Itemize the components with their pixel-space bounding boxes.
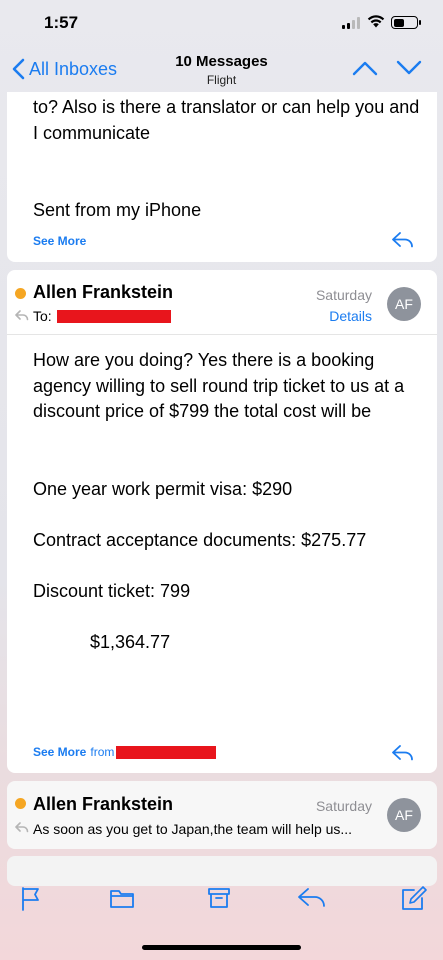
sender-name: Allen Frankstein xyxy=(33,794,174,814)
message-signature: Sent from my iPhone xyxy=(33,200,202,220)
folder-icon[interactable] xyxy=(109,886,135,910)
message-paragraph: Contract acceptance documents: $275.77 xyxy=(33,530,367,550)
message-paragraph: How are you doing? Yes there is a bookin… xyxy=(33,350,405,421)
message-paragraph: One year work permit visa: $290 xyxy=(33,479,293,499)
chevron-down-icon[interactable] xyxy=(396,60,422,76)
reply-icon[interactable] xyxy=(392,745,414,761)
sender-name: Allen Frankstein xyxy=(33,282,174,302)
navigation-bar: All Inboxes 10 Messages Flight xyxy=(0,48,443,94)
avatar[interactable]: AF xyxy=(387,287,421,321)
header-divider xyxy=(7,334,437,335)
flag-icon[interactable] xyxy=(20,886,42,912)
recipient-row: To: xyxy=(15,308,171,324)
message-card-next[interactable]: Allen Frankstein Saturday AF As soon as … xyxy=(7,781,437,849)
reply-icon[interactable] xyxy=(392,232,414,248)
see-more-link[interactable]: See More xyxy=(33,234,86,248)
home-indicator[interactable] xyxy=(142,945,301,950)
message-snippet: As soon as you get to Japan,the team wil… xyxy=(33,821,353,837)
message-card-main: Allen Frankstein Saturday AF To: Details… xyxy=(7,270,437,773)
battery-icon xyxy=(391,16,421,29)
message-date: Saturday xyxy=(315,287,372,303)
reply-arrow-icon xyxy=(15,822,29,833)
redacted-recipient xyxy=(56,309,171,323)
reply-icon[interactable] xyxy=(297,886,327,910)
redacted-sender xyxy=(116,745,217,759)
status-bar: 1:57 xyxy=(0,0,443,48)
wifi-icon xyxy=(367,15,385,28)
message-body: to? Also is there a translator or can he… xyxy=(33,97,420,143)
chevron-up-icon[interactable] xyxy=(352,60,378,76)
message-date: Saturday xyxy=(315,798,372,814)
unread-dot xyxy=(15,798,26,809)
avatar[interactable]: AF xyxy=(387,798,421,832)
see-more-link[interactable]: See More from xyxy=(33,745,217,759)
message-total: $1,364.77 xyxy=(90,632,171,652)
compose-icon[interactable] xyxy=(400,886,428,912)
reply-arrow-icon xyxy=(15,310,29,321)
cellular-signal-icon xyxy=(342,17,362,29)
message-card-previous[interactable]: to? Also is there a translator or can he… xyxy=(7,92,437,262)
details-link[interactable]: Details xyxy=(329,308,372,324)
status-time: 1:57 xyxy=(44,13,79,32)
unread-dot xyxy=(15,288,26,299)
archive-icon[interactable] xyxy=(207,886,231,910)
see-more-label: See More xyxy=(33,745,87,759)
message-paragraph: Discount ticket: 799 xyxy=(33,581,191,601)
from-label: from xyxy=(90,745,115,759)
to-label: To: xyxy=(33,308,52,324)
